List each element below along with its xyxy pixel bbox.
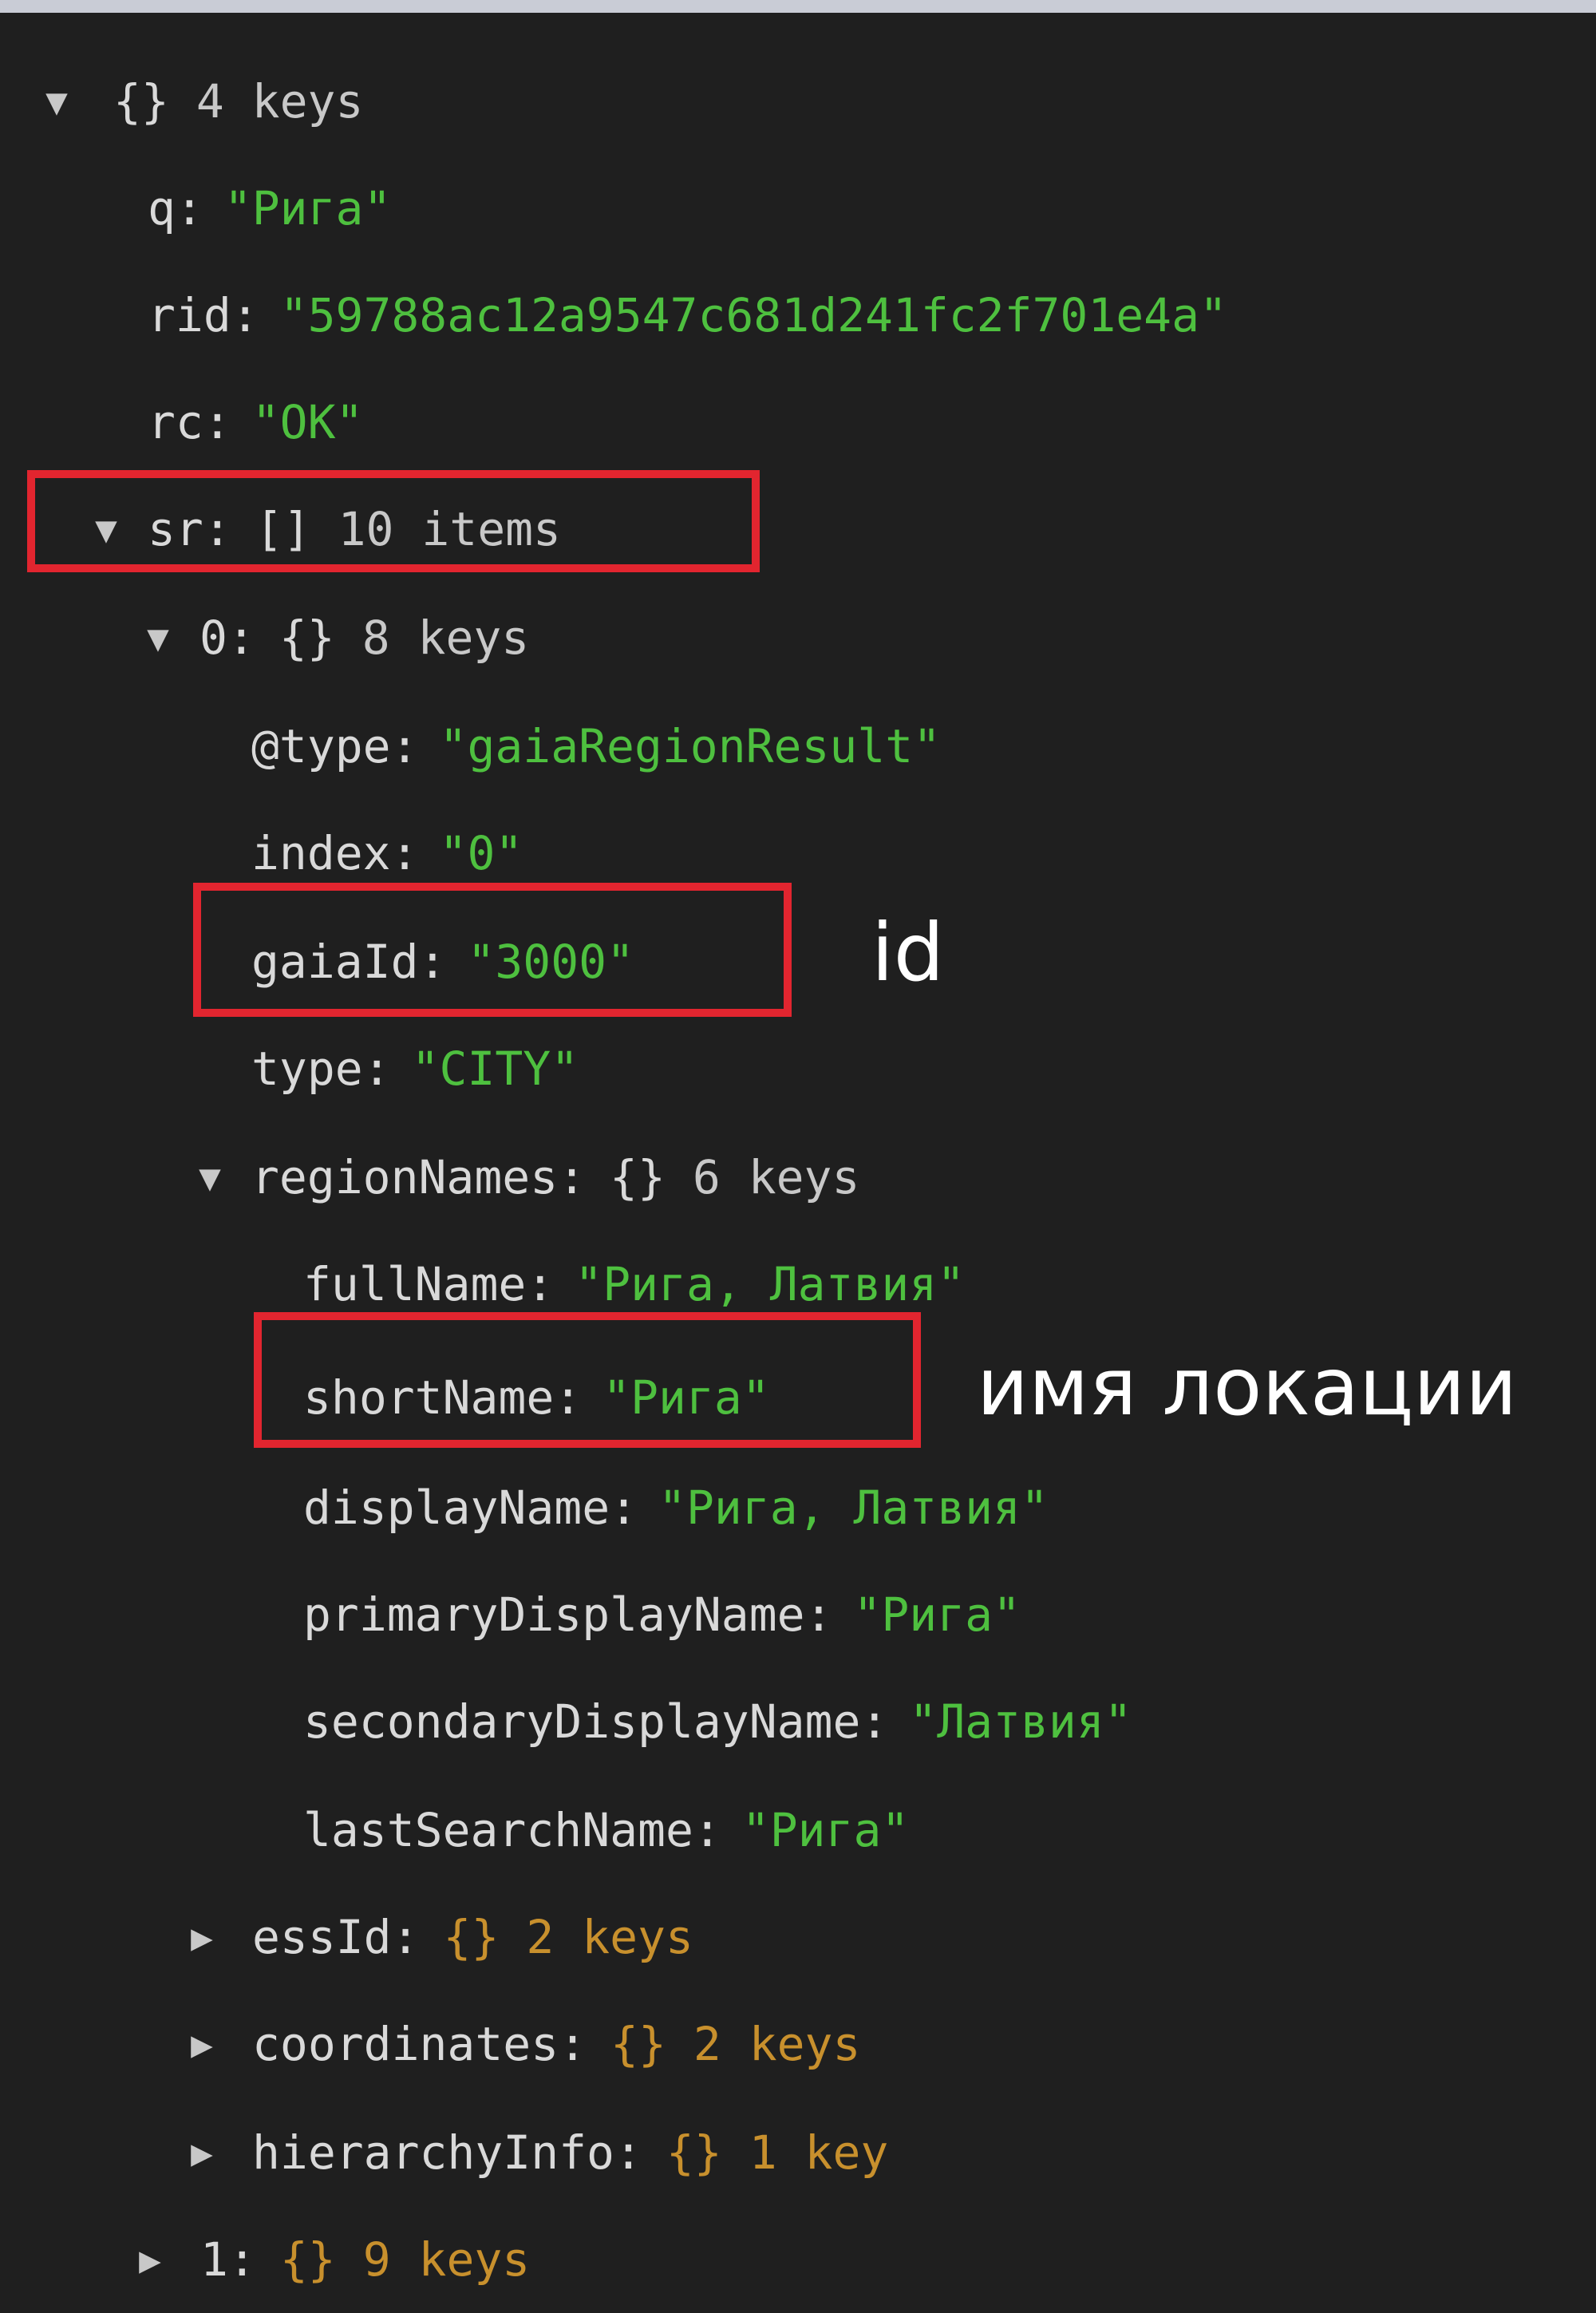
property-key: regionNames — [251, 1150, 559, 1204]
object-brace: {} — [666, 2125, 722, 2180]
tree-row-last-search-name: lastSearchName: "Рига" — [303, 1803, 910, 1857]
highlight-box-short-name — [254, 1312, 921, 1448]
node-summary: 2 keys — [693, 2017, 861, 2071]
property-value: "0" — [439, 826, 523, 880]
tree-node-region-names[interactable]: ▼ regionNames: {} 6 keys — [0, 1124, 1596, 1231]
expanded-triangle-icon[interactable]: ▼ — [140, 619, 176, 656]
node-summary: 9 keys — [362, 2232, 531, 2287]
property-key: lastSearchName — [303, 1803, 693, 1857]
property-key: rc — [148, 395, 203, 449]
property-value: "Латвия" — [909, 1694, 1132, 1749]
tree-row-display-name: displayName: "Рига, Латвия" — [303, 1481, 1049, 1535]
tree-row-at-type: @type: "gaiaRegionResult" — [251, 719, 942, 773]
property-key: 1 — [200, 2232, 228, 2287]
property-value: "Рига, Латвия" — [658, 1481, 1049, 1535]
object-brace: {} — [610, 2017, 666, 2071]
property-value: "CITY" — [411, 1042, 579, 1096]
collapsed-triangle-icon[interactable]: ▶ — [184, 1919, 220, 1955]
property-key: essId — [252, 1910, 392, 1964]
highlight-box-gaia-id — [193, 883, 792, 1017]
tree-row-rc: rc: "OK" — [148, 395, 364, 449]
window-top-bar — [0, 0, 1596, 13]
property-key: q — [148, 181, 176, 235]
tree-node-item-1[interactable]: ▶ 1: {} 9 keys — [0, 2206, 1596, 2313]
property-key: rid — [148, 288, 231, 342]
property-key: coordinates — [252, 2017, 559, 2071]
tree-node-coordinates[interactable]: ▶ coordinates: {} 2 keys — [0, 1991, 1596, 2098]
tree-row-q: q: "Рига" — [148, 181, 392, 235]
annotation-location-name: имя локации — [977, 1340, 1518, 1433]
object-brace: {} — [443, 1910, 500, 1964]
collapsed-triangle-icon[interactable]: ▶ — [132, 2241, 168, 2278]
tree-row-primary-display-name: primaryDisplayName: "Рига" — [303, 1587, 1021, 1642]
property-value: "59788ac12a9547c681d241fc2f701e4a" — [279, 288, 1227, 342]
node-summary: 2 keys — [526, 1910, 693, 1964]
node-summary: 6 keys — [692, 1150, 860, 1204]
json-viewer: ▼ {} 4 keys q: "Рига" rid: "59788ac12a95… — [0, 13, 1596, 2295]
property-key: 0 — [200, 611, 227, 665]
property-key: type — [251, 1042, 363, 1096]
highlight-box-sr — [27, 470, 760, 572]
object-brace: {} — [279, 611, 335, 665]
property-value: "OK" — [251, 395, 364, 449]
tree-node-item-0[interactable]: ▼ 0: {} 8 keys — [0, 584, 1596, 691]
node-summary: 1 key — [749, 2125, 889, 2180]
object-brace: {} — [279, 2232, 336, 2287]
object-brace: {} — [610, 1150, 666, 1204]
expanded-triangle-icon[interactable]: ▼ — [192, 1159, 228, 1196]
tree-node-root[interactable]: ▼ {} 4 keys — [0, 48, 1596, 155]
property-key: primaryDisplayName — [303, 1587, 805, 1642]
property-value: "Рига" — [853, 1587, 1021, 1642]
expanded-triangle-icon[interactable]: ▼ — [38, 83, 75, 120]
node-summary: 8 keys — [361, 611, 530, 665]
tree-row-rid: rid: "59788ac12a9547c681d241fc2f701e4a" — [148, 288, 1227, 342]
annotation-id: id — [871, 906, 945, 999]
property-key: secondaryDisplayName — [303, 1694, 861, 1749]
property-key: hierarchyInfo — [252, 2125, 614, 2180]
collapsed-triangle-icon[interactable]: ▶ — [184, 2134, 220, 2171]
object-brace: {} — [113, 74, 169, 128]
tree-row-secondary-display-name: secondaryDisplayName: "Латвия" — [303, 1694, 1132, 1749]
property-key: displayName — [303, 1481, 610, 1535]
tree-node-ess-id[interactable]: ▶ essId: {} 2 keys — [0, 1884, 1596, 1991]
property-key: fullName — [303, 1257, 527, 1311]
property-value: "Рига" — [741, 1803, 910, 1857]
property-value: "gaiaRegionResult" — [439, 719, 942, 773]
tree-node-hierarchy-info[interactable]: ▶ hierarchyInfo: {} 1 key — [0, 2099, 1596, 2206]
property-value: "Рига" — [223, 181, 392, 235]
property-key: @type — [251, 719, 391, 773]
node-summary: 4 keys — [196, 74, 364, 128]
property-key: index — [251, 826, 391, 880]
collapsed-triangle-icon[interactable]: ▶ — [184, 2026, 220, 2062]
property-value: "Рига, Латвия" — [575, 1257, 966, 1311]
tree-row-type: type: "CITY" — [251, 1042, 579, 1096]
